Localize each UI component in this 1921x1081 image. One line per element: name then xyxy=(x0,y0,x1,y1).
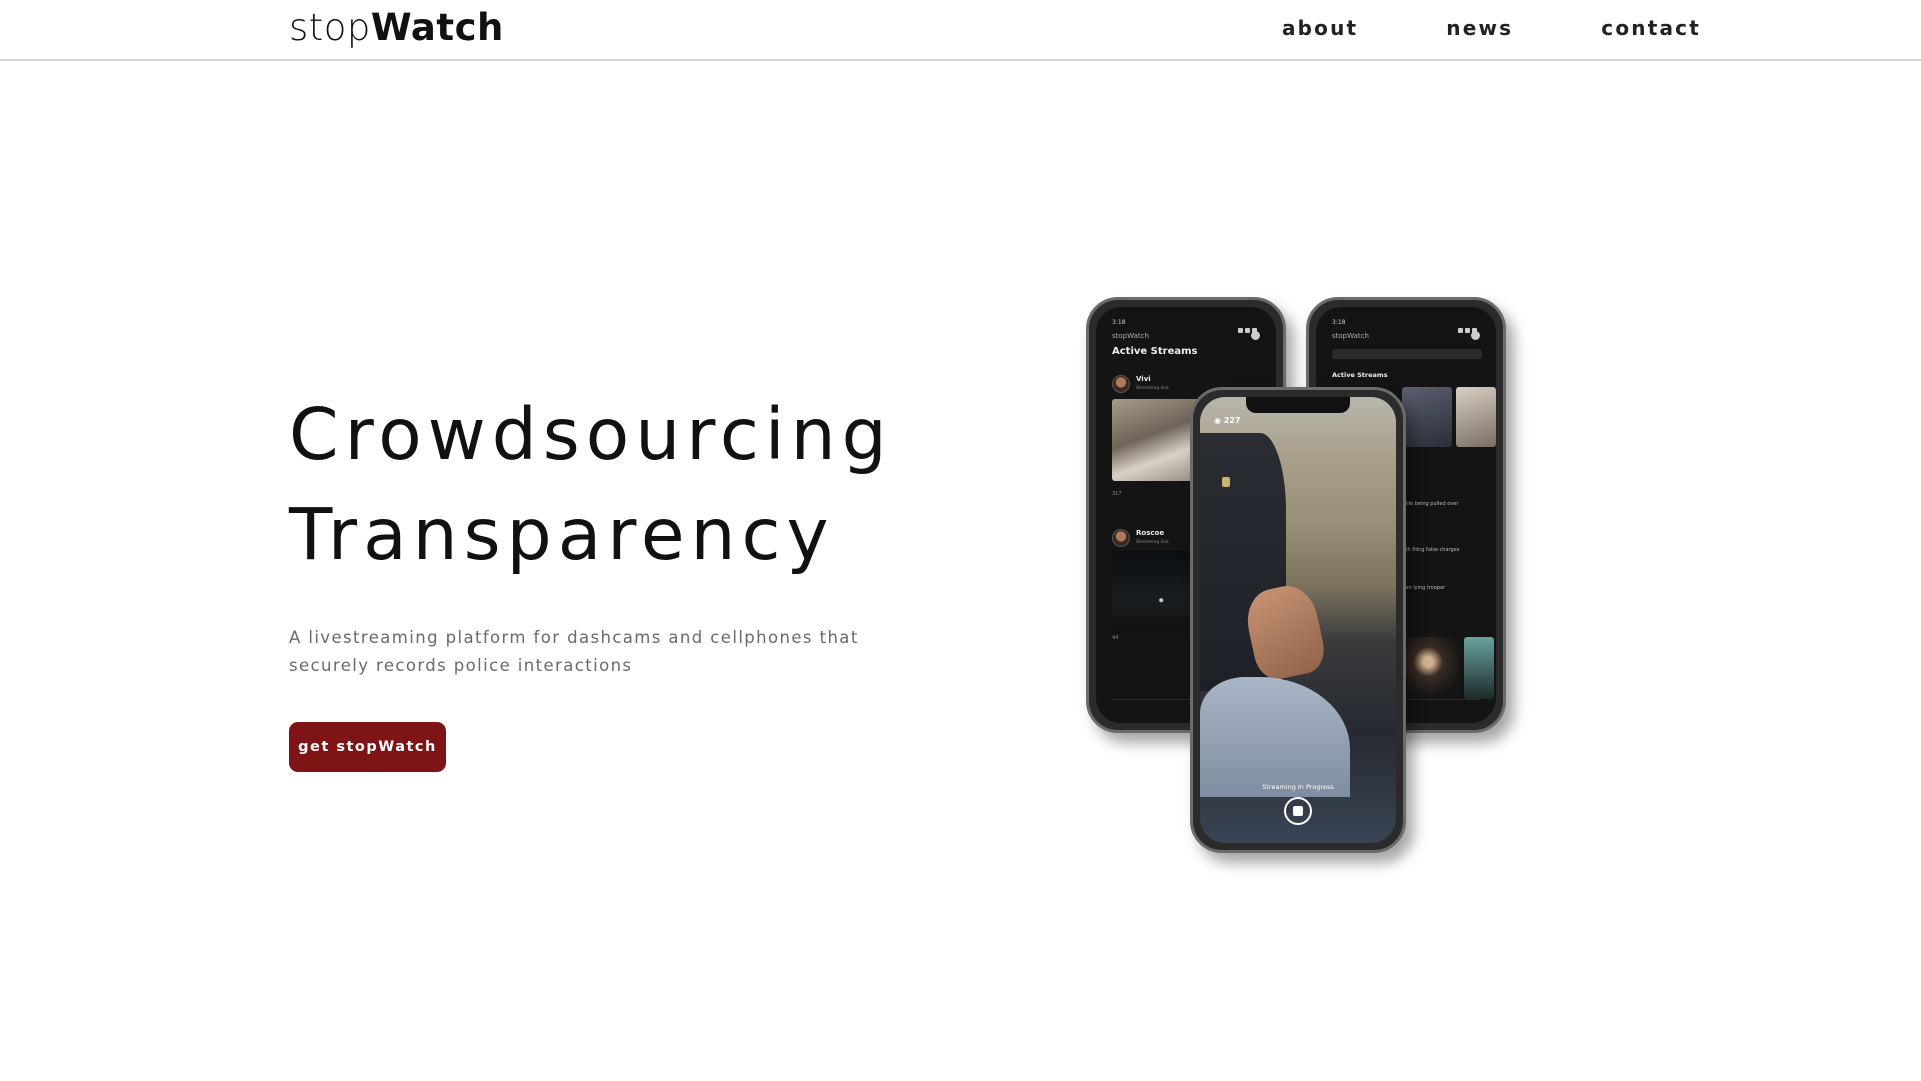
status-bar-time: 3:18 xyxy=(1112,319,1126,326)
screen-title: Active Streams xyxy=(1112,346,1198,357)
logo-bold-text: Watch xyxy=(370,6,504,49)
user-icon xyxy=(1251,331,1260,340)
stop-icon xyxy=(1284,797,1312,825)
status-icons xyxy=(1236,318,1262,333)
stream-caption: while being pulled over xyxy=(1400,501,1459,507)
view-count: 44 xyxy=(1112,635,1119,641)
stream-status: Streaming live xyxy=(1136,540,1169,545)
stream-tile xyxy=(1464,637,1494,699)
nav-link-contact[interactable]: contact xyxy=(1601,16,1701,40)
avatar xyxy=(1112,375,1130,393)
phone-mockup-live-stream: ◉ 227 Streaming In Progress xyxy=(1190,387,1406,853)
stream-status: Streaming live xyxy=(1136,386,1169,391)
nav-link-news[interactable]: news xyxy=(1446,16,1513,40)
live-camera-view xyxy=(1200,397,1396,843)
search-field xyxy=(1332,349,1482,359)
stream-caption: from lying trooper xyxy=(1400,585,1446,591)
nav-link-about[interactable]: about xyxy=(1282,16,1358,40)
avatar xyxy=(1112,529,1130,547)
hero-subtitle: A livestreaming platform for dashcams an… xyxy=(289,628,859,675)
badge-icon xyxy=(1222,477,1230,487)
main-nav: about news contact xyxy=(1282,16,1701,40)
stream-tile xyxy=(1402,637,1460,699)
phone-mockups-image: 3:18 stopWatch Active Streams Vivi Strea… xyxy=(1080,295,1520,855)
top-navigation-bar: stopWatch about news contact xyxy=(0,0,1921,61)
viewer-count: ◉ 227 xyxy=(1214,416,1241,425)
phone-notch xyxy=(1246,397,1350,413)
logo[interactable]: stopWatch xyxy=(289,6,504,49)
get-stopwatch-button[interactable]: get stopWatch xyxy=(289,722,446,772)
section-title: Active Streams xyxy=(1332,371,1388,379)
hero-title-line-2: Transparency xyxy=(289,493,835,576)
streaming-status: Streaming In Progress xyxy=(1262,783,1334,791)
app-brand: stopWatch xyxy=(1112,332,1149,340)
status-icons xyxy=(1456,318,1482,333)
sleeve-figure xyxy=(1200,677,1350,797)
app-brand: stopWatch xyxy=(1332,332,1369,340)
stream-tile xyxy=(1402,387,1452,447)
stream-user-name: Roscoe xyxy=(1136,529,1165,537)
phone-screen: ◉ 227 Streaming In Progress xyxy=(1200,397,1396,843)
stream-user-name: Vivi xyxy=(1136,375,1151,383)
hero-title-line-1: Crowdsourcing xyxy=(289,393,893,476)
logo-light-text: stop xyxy=(289,6,371,49)
status-bar-time: 3:18 xyxy=(1332,319,1346,326)
viewer-count-value: 227 xyxy=(1223,416,1241,425)
hero-title: Crowdsourcing Transparency xyxy=(289,385,893,585)
stream-caption: with filing false charges xyxy=(1400,547,1460,553)
stream-tile xyxy=(1456,387,1496,447)
user-icon xyxy=(1471,331,1480,340)
view-count: 317 xyxy=(1112,491,1122,497)
